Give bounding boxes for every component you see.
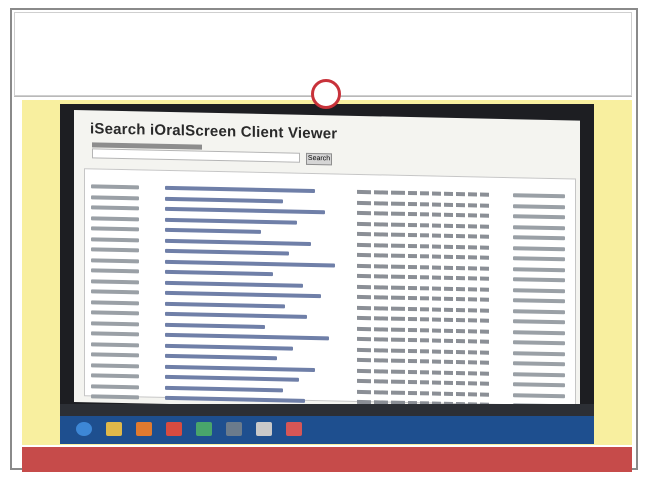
result-column [513, 178, 575, 420]
results-table [84, 168, 576, 420]
viewer-title: iSearch iOralScreen Client Viewer [90, 120, 338, 143]
bookmark-circle-icon [311, 79, 341, 109]
date-column [91, 169, 157, 411]
status-bar [60, 404, 594, 416]
media-player-icon[interactable] [136, 422, 152, 436]
monitor-screen: iSearch iOralScreen Client Viewer Search [74, 110, 580, 420]
app-icon[interactable] [286, 422, 302, 436]
search-input[interactable] [92, 148, 300, 163]
start-orb-icon[interactable] [76, 422, 92, 436]
folder-icon[interactable] [106, 422, 122, 436]
browser-icon[interactable] [166, 422, 182, 436]
windows-taskbar [60, 404, 594, 444]
monitor-photo: iSearch iOralScreen Client Viewer Search [60, 104, 594, 444]
url-column [165, 171, 355, 414]
app-icon[interactable] [196, 422, 212, 436]
footer-bar [22, 447, 632, 472]
search-button[interactable]: Search [306, 152, 332, 166]
app-icon[interactable] [256, 422, 272, 436]
network-icon[interactable] [226, 422, 242, 436]
flags-column [357, 175, 507, 418]
